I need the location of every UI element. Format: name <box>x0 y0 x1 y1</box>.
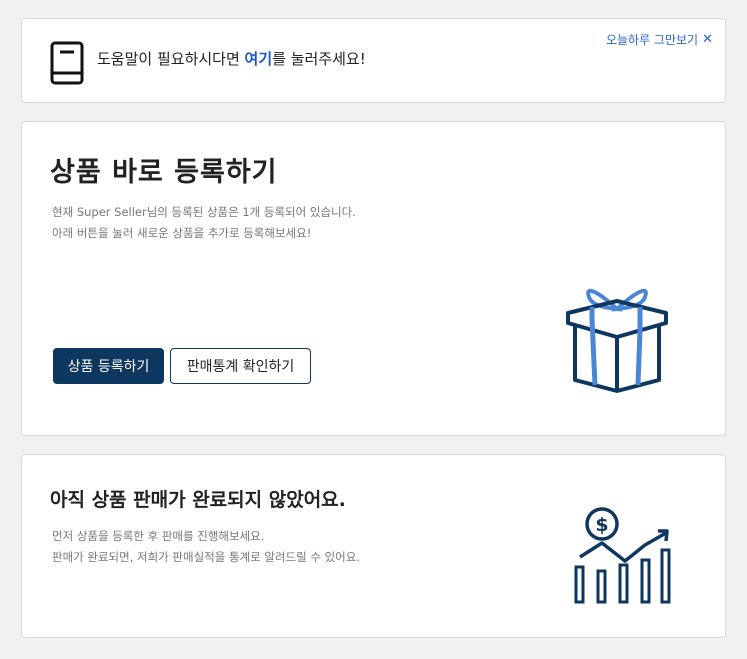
help-banner: 도움말이 필요하시다면 여기를 눌러주세요! 오늘하루 그만보기 ✕ <box>21 18 726 103</box>
register-product-button[interactable]: 상품 등록하기 <box>53 348 164 384</box>
register-title: 상품 바로 등록하기 <box>50 157 278 188</box>
help-text-after: 를 눌러주세요! <box>272 50 366 68</box>
register-desc-line1: 현재 Super Seller님의 등록된 상품은 1개 등록되어 있습니다. <box>52 205 356 219</box>
sales-status-card: 아직 상품 판매가 완료되지 않았어요. 먼저 상품을 등록한 후 판매를 진행… <box>21 454 726 638</box>
view-sales-stats-button[interactable]: 판매통계 확인하기 <box>170 348 311 384</box>
sales-chart-icon: $ <box>574 507 671 604</box>
sales-desc-line1: 먼저 상품을 등록한 후 판매를 진행해보세요. <box>52 529 265 543</box>
dismiss-label: 오늘하루 그만보기 <box>605 33 699 47</box>
help-link[interactable]: 여기 <box>245 50 273 68</box>
register-product-card: 상품 바로 등록하기 현재 Super Seller님의 등록된 상품은 1개 … <box>21 121 726 436</box>
svg-text:$: $ <box>595 514 608 536</box>
sales-description: 먼저 상품을 등록한 후 판매를 진행해보세요. 판매가 완료되면, 저희가 판… <box>52 526 360 568</box>
gift-icon <box>566 288 668 393</box>
help-message: 도움말이 필요하시다면 여기를 눌러주세요! <box>97 48 366 69</box>
book-icon <box>50 41 84 85</box>
close-icon[interactable]: ✕ <box>702 32 713 47</box>
help-text-before: 도움말이 필요하시다면 <box>97 50 245 68</box>
register-description: 현재 Super Seller님의 등록된 상품은 1개 등록되어 있습니다. … <box>52 202 356 244</box>
register-desc-line2: 아래 버튼을 눌러 새로운 상품을 추가로 등록해보세요! <box>52 226 312 240</box>
dismiss-today-button[interactable]: 오늘하루 그만보기 ✕ <box>606 31 713 48</box>
sales-title: 아직 상품 판매가 완료되지 않았어요. <box>50 489 346 511</box>
sales-desc-line2: 판매가 완료되면, 저희가 판매실적을 통계로 알려드릴 수 있어요. <box>52 550 360 564</box>
